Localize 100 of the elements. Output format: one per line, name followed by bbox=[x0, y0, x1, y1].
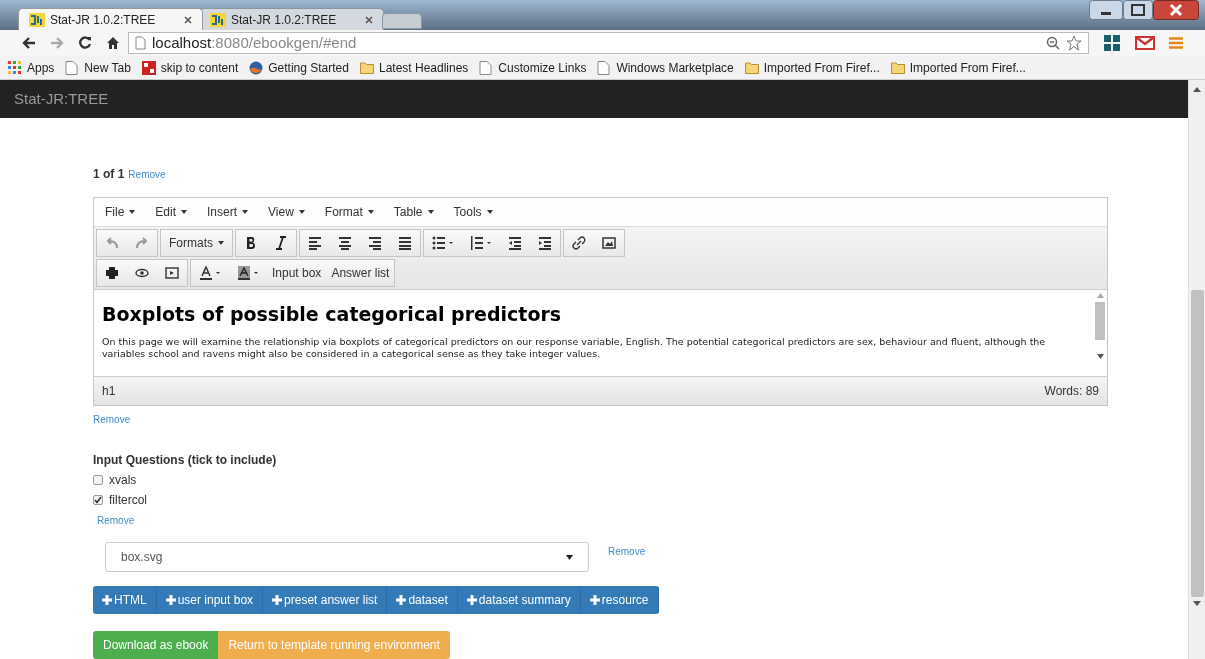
plus-icon bbox=[466, 595, 477, 605]
bold-icon bbox=[244, 236, 258, 250]
minimize-button[interactable] bbox=[1089, 0, 1123, 20]
page-icon bbox=[479, 60, 494, 75]
page-icon bbox=[135, 36, 146, 50]
close-icon[interactable] bbox=[365, 15, 373, 24]
caret-icon bbox=[218, 241, 224, 245]
remove-link[interactable]: Remove bbox=[608, 544, 646, 559]
mail-icon[interactable] bbox=[1135, 36, 1155, 50]
align-center-icon bbox=[338, 236, 352, 250]
app-title: Stat-JR:TREE bbox=[14, 88, 109, 109]
toolbar-button[interactable]: Answer list bbox=[326, 260, 395, 286]
plus-icon bbox=[102, 595, 112, 605]
menu-item[interactable]: Tools bbox=[453, 203, 493, 221]
bookmark-link[interactable]: Windows Marketplace bbox=[616, 58, 734, 77]
checkbox[interactable] bbox=[93, 475, 103, 485]
redo-icon bbox=[135, 236, 149, 250]
bookmark-link[interactable]: Customize Links bbox=[498, 58, 587, 77]
caret-icon bbox=[486, 210, 493, 214]
media-icon bbox=[165, 266, 179, 280]
checkbox-label: filtercol bbox=[109, 492, 147, 509]
bookmark-link[interactable]: Latest Headlines bbox=[378, 58, 469, 77]
page-scrollbar[interactable] bbox=[1188, 80, 1205, 659]
add-button[interactable]: preset answer list bbox=[263, 586, 388, 614]
word-count: Words: 89 bbox=[1044, 383, 1099, 400]
browser-tab[interactable]: Stat-JR 1.0.2:TREE bbox=[18, 8, 203, 30]
caret-icon bbox=[181, 210, 188, 214]
formats-dropdown[interactable]: Formats bbox=[161, 230, 232, 256]
add-button[interactable]: user input box bbox=[156, 586, 264, 614]
grid-icon[interactable] bbox=[1103, 34, 1121, 52]
bookmark-link[interactable]: Imported From Firef... bbox=[909, 58, 1026, 77]
add-button[interactable]: HTML bbox=[93, 586, 157, 614]
text-color-icon bbox=[199, 266, 221, 280]
scroll-down-icon[interactable] bbox=[1096, 354, 1104, 359]
align-left-icon bbox=[308, 236, 322, 250]
bookmark-link[interactable]: New Tab bbox=[84, 58, 131, 77]
close-button[interactable] bbox=[1153, 0, 1199, 20]
justify-icon bbox=[398, 236, 412, 250]
close-icon[interactable] bbox=[184, 15, 192, 24]
outdent-icon bbox=[508, 236, 522, 250]
scroll-down-icon[interactable] bbox=[1193, 601, 1201, 607]
back-icon[interactable] bbox=[22, 37, 36, 49]
indent-icon bbox=[538, 236, 552, 250]
menu-item[interactable]: Table bbox=[393, 203, 434, 221]
add-button[interactable]: dataset bbox=[387, 586, 458, 614]
image-icon bbox=[602, 236, 616, 250]
remove-link[interactable]: Remove bbox=[128, 167, 166, 182]
content-heading: Boxplots of possible categorical predictors bbox=[102, 302, 563, 326]
checkbox-label: xvals bbox=[109, 472, 137, 489]
preview-icon bbox=[135, 266, 149, 280]
page-icon bbox=[597, 60, 612, 75]
zoom-out-icon[interactable] bbox=[1046, 36, 1060, 50]
bookmark-link[interactable]: skip to content bbox=[160, 58, 239, 77]
folder-icon bbox=[359, 60, 374, 75]
menu-item[interactable]: View bbox=[268, 203, 305, 221]
background-color-icon bbox=[237, 266, 259, 280]
plus-icon bbox=[396, 595, 407, 605]
scroll-up-icon[interactable] bbox=[1193, 86, 1201, 92]
caret-icon bbox=[367, 210, 374, 214]
caret-icon bbox=[427, 210, 434, 214]
remove-link[interactable]: Remove bbox=[93, 412, 131, 427]
logo-icon bbox=[29, 12, 45, 27]
globe-icon bbox=[249, 60, 264, 75]
remove-link[interactable]: Remove bbox=[97, 513, 135, 528]
page-icon bbox=[65, 60, 80, 75]
menu-item[interactable]: File bbox=[105, 203, 136, 221]
file-select[interactable]: box.svg bbox=[105, 542, 589, 572]
menu-item[interactable]: Edit bbox=[155, 203, 188, 221]
address-field[interactable]: localhost:8080/ebookgen/#end bbox=[128, 32, 1089, 54]
caret-icon bbox=[242, 210, 249, 214]
url-text: localhost:8080/ebookgen/#end bbox=[152, 32, 358, 53]
page-counter: 1 of 1 bbox=[93, 166, 125, 183]
maximize-button[interactable] bbox=[1123, 0, 1153, 20]
link-icon bbox=[572, 236, 586, 250]
bookmark-link[interactable]: Getting Started bbox=[268, 58, 349, 77]
bookmark-link[interactable]: Imported From Firef... bbox=[763, 58, 880, 77]
caret-icon bbox=[129, 210, 136, 214]
questions-title: Input Questions (tick to include) bbox=[93, 452, 278, 469]
plus-icon bbox=[165, 595, 176, 605]
dropdown-arrow-icon bbox=[566, 554, 573, 560]
apps-icon bbox=[8, 60, 22, 75]
add-button[interactable]: dataset summary bbox=[457, 586, 581, 614]
checkbox[interactable] bbox=[93, 495, 103, 505]
element-path: h1 bbox=[102, 383, 116, 400]
folder-icon bbox=[890, 60, 905, 75]
logo-icon bbox=[210, 12, 226, 27]
star-icon[interactable] bbox=[1066, 35, 1082, 51]
home-icon[interactable] bbox=[106, 36, 120, 50]
toolbar-button[interactable]: Input box bbox=[267, 260, 327, 286]
add-button[interactable]: resource bbox=[580, 586, 659, 614]
plus-icon bbox=[589, 595, 600, 605]
undo-icon bbox=[105, 236, 119, 250]
tiles-icon bbox=[141, 60, 156, 75]
menu-item[interactable]: Format bbox=[324, 203, 374, 221]
reload-icon[interactable] bbox=[78, 36, 92, 50]
menu-item[interactable]: Insert bbox=[207, 203, 249, 221]
bookmark-link[interactable]: Apps bbox=[27, 58, 55, 77]
tab-title: Stat-JR 1.0.2:TREE bbox=[231, 11, 338, 29]
plus-icon bbox=[272, 595, 283, 605]
tab-title: Stat-JR 1.0.2:TREE bbox=[50, 11, 157, 29]
